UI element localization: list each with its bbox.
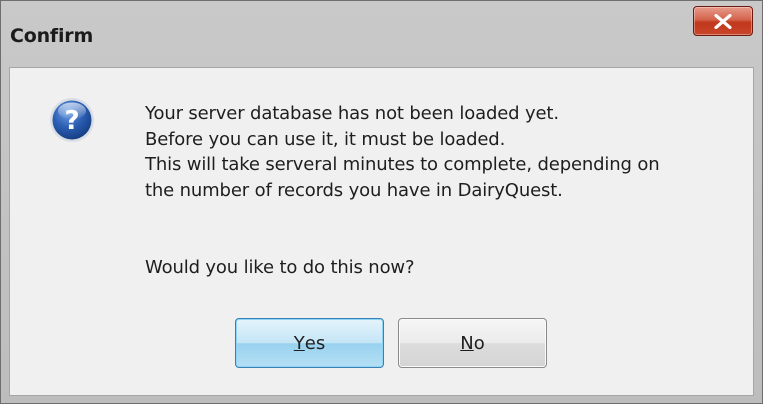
- message-line: Your server database has not been loaded…: [145, 103, 559, 124]
- window-title: Confirm: [10, 25, 94, 47]
- message-text: Your server database has not been loaded…: [145, 101, 750, 203]
- confirm-dialog: Confirm ? Your server database has not b…: [0, 0, 763, 404]
- close-button[interactable]: [693, 6, 753, 36]
- no-button-accelerator: N: [460, 332, 474, 354]
- yes-button-label: es: [304, 332, 326, 354]
- title-bar[interactable]: Confirm: [1, 1, 762, 67]
- question-icon-glyph: ?: [64, 106, 79, 136]
- yes-button-accelerator: Y: [293, 332, 305, 354]
- message-line: This will take serveral minutes to compl…: [145, 154, 660, 175]
- no-button[interactable]: No: [398, 318, 547, 368]
- question-icon: ?: [50, 98, 94, 142]
- dialog-body: ? Your server database has not been load…: [9, 67, 754, 396]
- message-line: Before you can use it, it must be loaded…: [145, 128, 506, 150]
- no-button-label: o: [473, 332, 485, 354]
- question-text: Would you like to do this now?: [145, 257, 415, 278]
- close-icon: [714, 14, 732, 29]
- yes-button[interactable]: Yes: [235, 318, 384, 368]
- message-line: the number of records you have in DairyQ…: [145, 179, 563, 201]
